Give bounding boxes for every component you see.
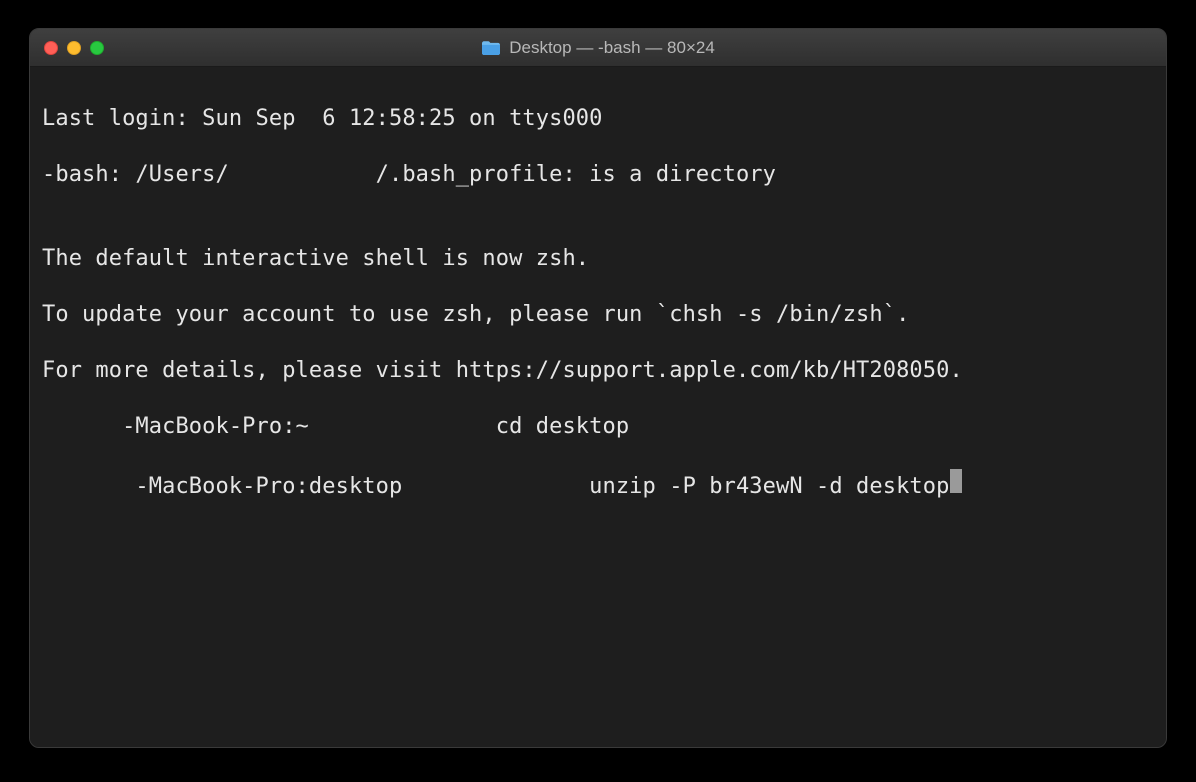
window-title: Desktop — -bash — 80×24 [30,38,1166,58]
terminal-line: Last login: Sun Sep 6 12:58:25 on ttys00… [42,105,1154,133]
traffic-lights [30,41,104,55]
terminal-body[interactable]: Last login: Sun Sep 6 12:58:25 on ttys00… [30,67,1166,747]
title-sep2: — [641,38,667,57]
title-folder: Desktop [509,38,571,57]
title-text: Desktop — -bash — 80×24 [509,38,715,58]
folder-icon [481,40,501,56]
close-button[interactable] [44,41,58,55]
title-proc: -bash [598,38,641,57]
title-size: 80×24 [667,38,715,57]
terminal-line: To update your account to use zsh, pleas… [42,301,1154,329]
terminal-prompt-text: -MacBook-Pro:desktop unzip -P br43ewN -d… [42,473,949,501]
titlebar[interactable]: Desktop — -bash — 80×24 [30,29,1166,67]
terminal-line: For more details, please visit https://s… [42,357,1154,385]
minimize-button[interactable] [67,41,81,55]
terminal-line: -MacBook-Pro:~ cd desktop [42,413,1154,441]
terminal-window: Desktop — -bash — 80×24 Last login: Sun … [29,28,1167,748]
terminal-line: The default interactive shell is now zsh… [42,245,1154,273]
terminal-cursor [950,469,962,493]
terminal-line: -bash: /Users/ /.bash_profile: is a dire… [42,161,1154,189]
title-sep1: — [572,38,598,57]
maximize-button[interactable] [90,41,104,55]
terminal-line-current: -MacBook-Pro:desktop unzip -P br43ewN -d… [42,469,1154,501]
